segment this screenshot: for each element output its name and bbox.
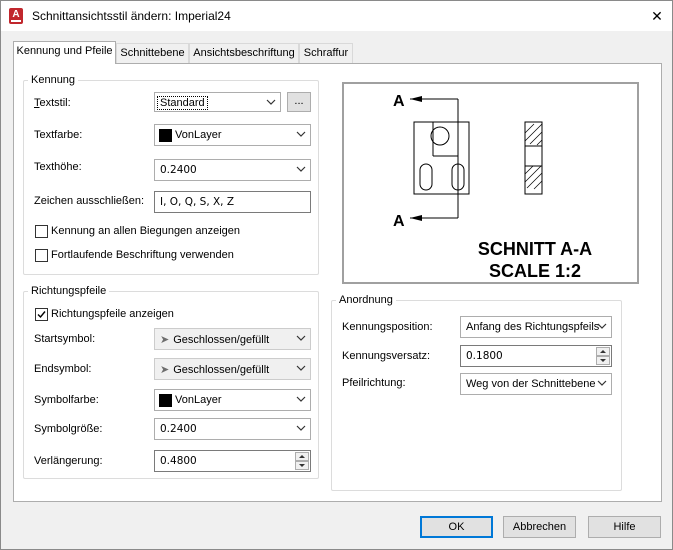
verlaengerung-spinner[interactable] (295, 452, 309, 470)
preview-label-a-top: A (393, 93, 405, 110)
kennungsversatz-label: Kennungsversatz: (342, 350, 431, 362)
checkmark-icon (37, 311, 46, 319)
richtungspfeile-anzeigen-label: Richtungspfeile anzeigen (51, 308, 174, 320)
pfeilrichtung-label: Pfeilrichtung: (342, 377, 406, 389)
symbolfarbe-select[interactable]: VonLayer (154, 389, 311, 411)
verlaengerung-label: Verlängerung: (34, 455, 103, 467)
cancel-button[interactable]: Abbrechen (503, 516, 576, 538)
kennungsposition-value: Anfang des Richtungspfeils (466, 321, 600, 333)
kennungsversatz-input[interactable]: 0.1800 (460, 345, 612, 367)
textstil-select[interactable]: Standard (154, 92, 281, 112)
symbolgroesse-value: 0.2400 (160, 423, 197, 435)
pfeilrichtung-value: Weg von der Schnittebene (466, 378, 596, 390)
tab-ansichtsbeschriftung[interactable]: Ansichtsbeschriftung (189, 43, 299, 63)
fortlaufend-label: Fortlaufende Beschriftung verwenden (51, 249, 234, 261)
tab-schraffur[interactable]: Schraffur (299, 43, 353, 63)
kennungsposition-select[interactable]: Anfang des Richtungspfeils (460, 316, 612, 338)
tab-panel: Kennung Textstil: Standard ... Textfarbe… (13, 63, 662, 502)
title-bar: A Schnittansichtsstil ändern: Imperial24… (1, 1, 672, 31)
startsymbol-value: ➤ Geschlossen/gefüllt (160, 334, 270, 346)
chevron-down-icon (296, 425, 306, 431)
chevron-down-icon (597, 380, 607, 386)
textfarbe-value: VonLayer (175, 129, 222, 141)
endsymbol-value: ➤ Geschlossen/gefüllt (160, 364, 270, 376)
preview-caption-line1: SCHNITT A-A (478, 239, 592, 259)
symbolgroesse-label: Symbolgröße: (34, 423, 103, 435)
preview-pane: A A SCHNITT A-A SCALE 1:2 (342, 82, 639, 284)
zeichen-label: Zeichen ausschließen: (34, 195, 145, 207)
close-button[interactable]: ✕ (642, 1, 672, 31)
chevron-down-icon (296, 335, 306, 341)
texthoehe-label: Texthöhe: (34, 161, 82, 173)
alle-biegungen-checkbox[interactable] (35, 225, 48, 238)
kennungsversatz-value: 0.1800 (466, 350, 503, 362)
endsymbol-select[interactable]: ➤ Geschlossen/gefüllt (154, 358, 311, 380)
texthoehe-select[interactable]: 0.2400 (154, 159, 311, 181)
chevron-down-icon (296, 166, 306, 172)
dialog-window: A Schnittansichtsstil ändern: Imperial24… (0, 0, 673, 550)
textfarbe-select[interactable]: VonLayer (154, 124, 311, 146)
app-icon: A (9, 8, 23, 24)
tab-kennung-und-pfeile[interactable]: Kennung und Pfeile (13, 41, 116, 64)
arrowhead-icon: ➤ (160, 364, 170, 376)
kennungsversatz-spinner[interactable] (596, 347, 610, 365)
symbolfarbe-label: Symbolfarbe: (34, 394, 99, 406)
texthoehe-value: 0.2400 (160, 164, 197, 176)
alle-biegungen-label: Kennung an allen Biegungen anzeigen (51, 225, 240, 237)
symbolfarbe-value: VonLayer (175, 394, 222, 406)
spin-down-button[interactable] (596, 356, 610, 365)
color-swatch (159, 394, 172, 407)
pfeilrichtung-select[interactable]: Weg von der Schnittebene (460, 373, 612, 395)
textstil-browse-button[interactable]: ... (287, 92, 311, 112)
chevron-down-icon (597, 323, 607, 329)
startsymbol-select[interactable]: ➤ Geschlossen/gefüllt (154, 328, 311, 350)
ok-button[interactable]: OK (420, 516, 493, 538)
richtungspfeile-anzeigen-checkbox[interactable] (35, 308, 48, 321)
symbolgroesse-select[interactable]: 0.2400 (154, 418, 311, 440)
group-richtungspfeile-title: Richtungspfeile (28, 285, 110, 297)
group-kennung-title: Kennung (28, 74, 79, 86)
spin-down-button[interactable] (295, 461, 309, 470)
chevron-down-icon (266, 99, 276, 105)
zeichen-value: I, O, Q, S, X, Z (160, 196, 235, 208)
spin-up-button[interactable] (596, 347, 610, 356)
help-button[interactable]: Hilfe (588, 516, 661, 538)
kennungsposition-label: Kennungsposition: (342, 321, 433, 333)
fortlaufend-checkbox[interactable] (35, 249, 48, 262)
preview-caption-line2: SCALE 1:2 (489, 261, 581, 281)
preview-drawing: A A SCHNITT A-A SCALE 1:2 (393, 93, 592, 281)
tab-schnittebene[interactable]: Schnittebene (116, 43, 189, 63)
group-anordnung-title: Anordnung (336, 294, 396, 306)
preview-label-a-bottom: A (393, 213, 405, 230)
spin-up-button[interactable] (295, 452, 309, 461)
textstil-value: Standard (157, 96, 208, 110)
textstil-label: Textstil: (34, 97, 71, 109)
startsymbol-label: Startsymbol: (34, 333, 96, 345)
color-swatch (159, 129, 172, 142)
chevron-down-icon (296, 396, 306, 402)
chevron-down-icon (296, 131, 306, 137)
textfarbe-label: Textfarbe: (34, 129, 83, 141)
verlaengerung-value: 0.4800 (160, 455, 197, 467)
endsymbol-label: Endsymbol: (34, 363, 92, 375)
chevron-down-icon (296, 365, 306, 371)
verlaengerung-input[interactable]: 0.4800 (154, 450, 311, 472)
window-title: Schnittansichtsstil ändern: Imperial24 (32, 9, 231, 23)
zeichen-input[interactable]: I, O, Q, S, X, Z (154, 191, 311, 213)
arrowhead-icon: ➤ (160, 334, 170, 346)
